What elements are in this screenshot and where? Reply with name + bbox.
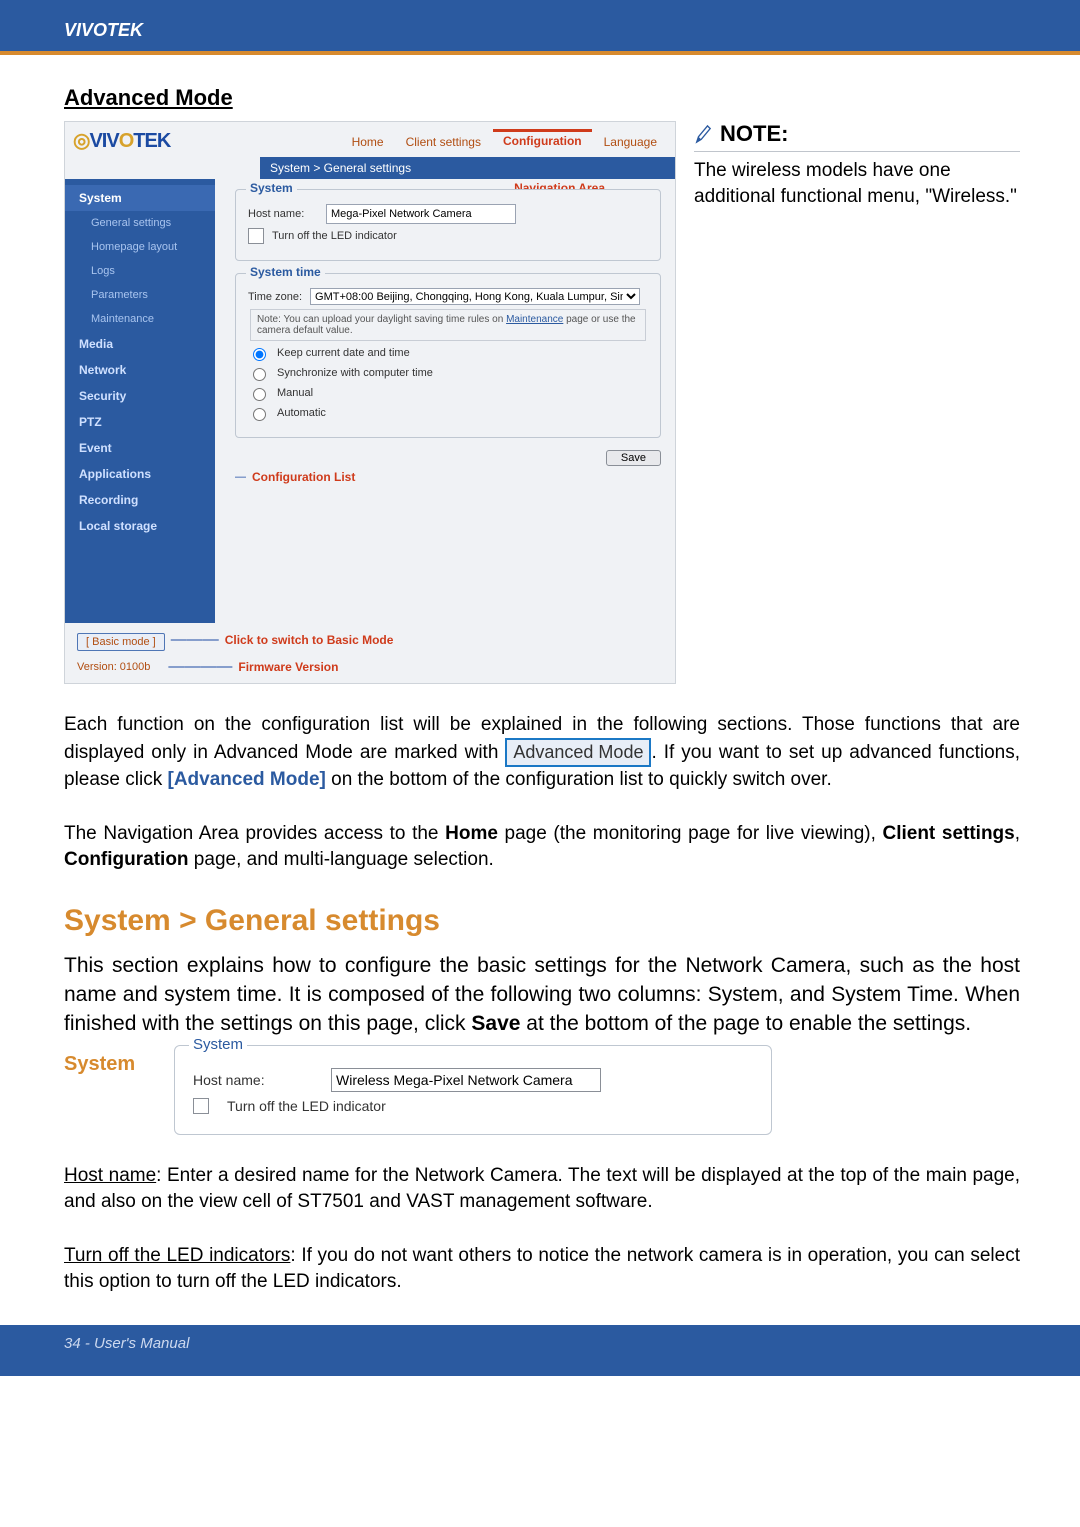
system-demo-fieldset: System Host name: Turn off the LED indic…	[174, 1045, 772, 1135]
hostname-label: Host name:	[248, 208, 318, 220]
note-title: NOTE:	[720, 121, 788, 147]
nav-language[interactable]: Language	[594, 129, 667, 153]
callout-basic-mode: Click to switch to Basic Mode	[225, 633, 394, 647]
sidebar-item-recording[interactable]: Recording	[65, 487, 215, 513]
system-demo-legend: System	[189, 1036, 247, 1053]
timezone-label: Time zone:	[248, 291, 302, 303]
opt-manual-radio[interactable]	[253, 388, 266, 401]
maintenance-link[interactable]: Maintenance	[506, 314, 563, 325]
opt-auto-radio[interactable]	[253, 408, 266, 421]
vivotek-logo: ◎VIVOTEK	[73, 128, 170, 153]
led-label: Turn off the LED indicator	[272, 230, 397, 242]
system-time-fieldset: System time Time zone: GMT+08:00 Beijing…	[235, 273, 661, 438]
sidebar-item-logs[interactable]: Logs	[65, 259, 215, 283]
nav-links: Home Client settings Configuration Langu…	[342, 129, 667, 153]
section-heading: System > General settings	[64, 904, 1020, 938]
basic-mode-button[interactable]: [ Basic mode ]	[77, 633, 165, 651]
system-fieldset: System Host name: Turn off the LED indic…	[235, 189, 661, 261]
section-title: Advanced Mode	[64, 85, 1020, 111]
hostname-input[interactable]	[326, 204, 516, 224]
callout-config-list: Configuration List	[252, 470, 355, 484]
sidebar-item-ptz[interactable]: PTZ	[65, 409, 215, 435]
breadcrumb: System > General settings	[260, 157, 675, 179]
timezone-select[interactable]: GMT+08:00 Beijing, Chongqing, Hong Kong,…	[310, 288, 640, 305]
sidebar-item-applications[interactable]: Applications	[65, 461, 215, 487]
footer-text: 34 - User's Manual	[64, 1335, 189, 1352]
sidebar-item-general-settings[interactable]: General settings	[65, 211, 215, 235]
opt-manual-label: Manual	[277, 387, 313, 399]
opt-keep-label: Keep current date and time	[277, 347, 410, 359]
system-time-legend: System time	[246, 265, 325, 279]
page-footer: 34 - User's Manual	[0, 1325, 1080, 1376]
config-screenshot: ◎VIVOTEK Home Client settings Configurat…	[64, 121, 676, 684]
demo-led-label: Turn off the LED indicator	[227, 1098, 386, 1114]
sidebar-item-system[interactable]: System	[65, 185, 215, 211]
opt-sync-label: Synchronize with computer time	[277, 367, 433, 379]
sidebar-item-homepage-layout[interactable]: Homepage layout	[65, 235, 215, 259]
system-subhead: System	[64, 1045, 164, 1076]
demo-led-checkbox[interactable]	[193, 1098, 209, 1114]
demo-hostname-label: Host name:	[193, 1072, 313, 1088]
advanced-mode-link: [Advanced Mode]	[168, 769, 326, 790]
firmware-version: Version: 0100b	[65, 657, 162, 677]
nav-configuration[interactable]: Configuration	[493, 129, 592, 153]
system-legend: System	[246, 181, 297, 195]
hostname-description: Host name: Enter a desired name for the …	[64, 1163, 1020, 1215]
note-box: NOTE: The wireless models have one addit…	[694, 121, 1020, 209]
note-body: The wireless models have one additional …	[694, 158, 1020, 209]
brand-text: VIVOTEK	[64, 20, 143, 40]
save-button[interactable]: Save	[606, 450, 661, 466]
main-panel: Navigation Area System Host name: Turn o…	[215, 179, 675, 623]
paragraph-3: This section explains how to configure t…	[64, 952, 1020, 1039]
page-header: VIVOTEK	[0, 0, 1080, 55]
opt-sync-radio[interactable]	[253, 368, 266, 381]
sidebar-item-maintenance[interactable]: Maintenance	[65, 307, 215, 331]
paragraph-2: The Navigation Area provides access to t…	[64, 821, 1020, 873]
dst-note: Note: You can upload your daylight savin…	[250, 309, 646, 341]
sidebar-item-network[interactable]: Network	[65, 357, 215, 383]
sidebar-item-local-storage[interactable]: Local storage	[65, 513, 215, 539]
opt-auto-label: Automatic	[277, 407, 326, 419]
opt-keep-radio[interactable]	[253, 348, 266, 361]
paragraph-1: Each function on the configuration list …	[64, 712, 1020, 793]
sidebar-item-security[interactable]: Security	[65, 383, 215, 409]
nav-client-settings[interactable]: Client settings	[396, 129, 491, 153]
pencil-icon	[694, 123, 712, 145]
advanced-mode-badge: Advanced Mode	[505, 738, 651, 767]
callout-firmware: Firmware Version	[238, 660, 338, 674]
sidebar-item-event[interactable]: Event	[65, 435, 215, 461]
sidebar-item-media[interactable]: Media	[65, 331, 215, 357]
demo-hostname-input[interactable]	[331, 1068, 601, 1092]
nav-home[interactable]: Home	[342, 129, 394, 153]
sidebar: System General settings Homepage layout …	[65, 179, 215, 623]
sidebar-item-parameters[interactable]: Parameters	[65, 283, 215, 307]
led-checkbox[interactable]	[248, 228, 264, 244]
led-description: Turn off the LED indicators: If you do n…	[64, 1243, 1020, 1295]
